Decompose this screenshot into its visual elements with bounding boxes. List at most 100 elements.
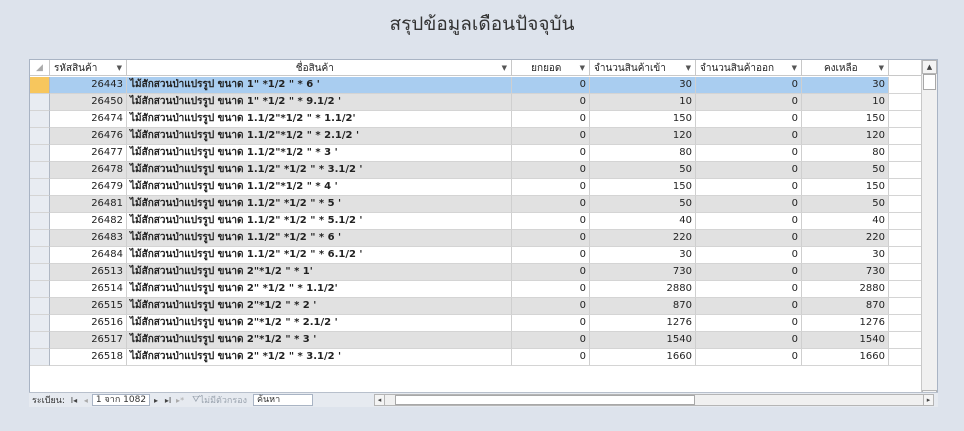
table-row[interactable]: 26518 ไม้สักสวนป่าแปรรูป ขนาด 2" *1/2 " *…: [30, 349, 922, 366]
previous-record-icon[interactable]: ◂: [80, 396, 92, 405]
product-id-cell[interactable]: 26513: [50, 264, 127, 281]
table-row[interactable]: 26513 ไม้สักสวนป่าแปรรูป ขนาด 2"*1/2 " * …: [30, 264, 922, 281]
remaining-cell[interactable]: 80: [802, 145, 889, 162]
opening-cell[interactable]: 0: [512, 179, 590, 196]
row-selector[interactable]: [30, 196, 50, 213]
table-row[interactable]: 26482 ไม้สักสวนป่าแปรรูป ขนาด 1.1/2" *1/2…: [30, 213, 922, 230]
qty-in-cell[interactable]: 1540: [590, 332, 696, 349]
product-id-cell[interactable]: 26518: [50, 349, 127, 366]
qty-in-cell[interactable]: 30: [590, 247, 696, 264]
column-header-qty-in[interactable]: จำนวนสินค้าเข้า ▼: [590, 60, 696, 76]
table-row[interactable]: 26484 ไม้สักสวนป่าแปรรูป ขนาด 1.1/2" *1/2…: [30, 247, 922, 264]
remaining-cell[interactable]: 2880: [802, 281, 889, 298]
qty-out-cell[interactable]: 0: [696, 196, 802, 213]
row-selector[interactable]: [30, 128, 50, 145]
scroll-thumb[interactable]: [923, 74, 936, 90]
row-selector[interactable]: [30, 349, 50, 366]
product-name-cell[interactable]: ไม้สักสวนป่าแปรรูป ขนาด 2" *1/2 " * 3.1/…: [127, 349, 512, 366]
opening-cell[interactable]: 0: [512, 247, 590, 264]
sort-filter-arrow-icon[interactable]: ▼: [686, 61, 691, 76]
table-row[interactable]: 26515 ไม้สักสวนป่าแปรรูป ขนาด 2"*1/2 " * …: [30, 298, 922, 315]
product-name-cell[interactable]: ไม้สักสวนป่าแปรรูป ขนาด 1.1/2" *1/2 " * …: [127, 213, 512, 230]
table-row[interactable]: 26483 ไม้สักสวนป่าแปรรูป ขนาด 1.1/2" *1/2…: [30, 230, 922, 247]
qty-out-cell[interactable]: 0: [696, 332, 802, 349]
sort-filter-arrow-icon[interactable]: ▼: [792, 61, 797, 76]
qty-out-cell[interactable]: 0: [696, 162, 802, 179]
search-input[interactable]: ค้นหา: [253, 394, 313, 406]
remaining-cell[interactable]: 10: [802, 94, 889, 111]
product-name-cell[interactable]: ไม้สักสวนป่าแปรรูป ขนาด 1" *1/2 " * 6 ': [127, 77, 512, 94]
opening-cell[interactable]: 0: [512, 315, 590, 332]
remaining-cell[interactable]: 150: [802, 179, 889, 196]
product-name-cell[interactable]: ไม้สักสวนป่าแปรรูป ขนาด 1.1/2"*1/2 " * 4…: [127, 179, 512, 196]
product-name-cell[interactable]: ไม้สักสวนป่าแปรรูป ขนาด 2"*1/2 " * 2 ': [127, 298, 512, 315]
qty-out-cell[interactable]: 0: [696, 213, 802, 230]
remaining-cell[interactable]: 40: [802, 213, 889, 230]
opening-cell[interactable]: 0: [512, 145, 590, 162]
qty-out-cell[interactable]: 0: [696, 128, 802, 145]
opening-cell[interactable]: 0: [512, 77, 590, 94]
product-id-cell[interactable]: 26443: [50, 77, 127, 94]
qty-out-cell[interactable]: 0: [696, 264, 802, 281]
last-record-icon[interactable]: ▸I: [162, 396, 174, 405]
qty-in-cell[interactable]: 10: [590, 94, 696, 111]
qty-out-cell[interactable]: 0: [696, 145, 802, 162]
filter-indicator[interactable]: ⛛ ไม่มีตัวกรอง: [192, 393, 247, 407]
table-row[interactable]: 26517 ไม้สักสวนป่าแปรรูป ขนาด 2"*1/2 " * …: [30, 332, 922, 349]
product-name-cell[interactable]: ไม้สักสวนป่าแปรรูป ขนาด 2"*1/2 " * 1': [127, 264, 512, 281]
row-selector[interactable]: [30, 247, 50, 264]
opening-cell[interactable]: 0: [512, 349, 590, 366]
row-selector[interactable]: [30, 332, 50, 349]
opening-cell[interactable]: 0: [512, 264, 590, 281]
remaining-cell[interactable]: 1276: [802, 315, 889, 332]
table-row[interactable]: 26450 ไม้สักสวนป่าแปรรูป ขนาด 1" *1/2 " *…: [30, 94, 922, 111]
product-id-cell[interactable]: 26477: [50, 145, 127, 162]
product-id-cell[interactable]: 26474: [50, 111, 127, 128]
qty-in-cell[interactable]: 50: [590, 162, 696, 179]
remaining-cell[interactable]: 50: [802, 196, 889, 213]
row-selector[interactable]: [30, 77, 50, 94]
table-row[interactable]: 26514 ไม้สักสวนป่าแปรรูป ขนาด 2" *1/2 " *…: [30, 281, 922, 298]
product-name-cell[interactable]: ไม้สักสวนป่าแปรรูป ขนาด 1.1/2" *1/2 " * …: [127, 196, 512, 213]
column-header-product-id[interactable]: รหัสสินค้า ▼: [50, 60, 127, 76]
remaining-cell[interactable]: 30: [802, 247, 889, 264]
select-all-corner[interactable]: ◢: [30, 60, 50, 76]
product-id-cell[interactable]: 26481: [50, 196, 127, 213]
product-id-cell[interactable]: 26479: [50, 179, 127, 196]
qty-out-cell[interactable]: 0: [696, 349, 802, 366]
product-name-cell[interactable]: ไม้สักสวนป่าแปรรูป ขนาด 1.1/2" *1/2 " * …: [127, 230, 512, 247]
table-row[interactable]: 26481 ไม้สักสวนป่าแปรรูป ขนาด 1.1/2" *1/2…: [30, 196, 922, 213]
row-selector[interactable]: [30, 264, 50, 281]
product-name-cell[interactable]: ไม้สักสวนป่าแปรรูป ขนาด 1.1/2"*1/2 " * 2…: [127, 128, 512, 145]
table-row[interactable]: 26476 ไม้สักสวนป่าแปรรูป ขนาด 1.1/2"*1/2 …: [30, 128, 922, 145]
table-row[interactable]: 26478 ไม้สักสวนป่าแปรรูป ขนาด 1.1/2" *1/2…: [30, 162, 922, 179]
horizontal-scroll-thumb[interactable]: [395, 395, 695, 405]
sort-filter-arrow-icon[interactable]: ▼: [580, 61, 585, 76]
remaining-cell[interactable]: 1660: [802, 349, 889, 366]
row-selector[interactable]: [30, 111, 50, 128]
opening-cell[interactable]: 0: [512, 230, 590, 247]
qty-out-cell[interactable]: 0: [696, 315, 802, 332]
opening-cell[interactable]: 0: [512, 298, 590, 315]
remaining-cell[interactable]: 220: [802, 230, 889, 247]
opening-cell[interactable]: 0: [512, 128, 590, 145]
opening-cell[interactable]: 0: [512, 332, 590, 349]
qty-in-cell[interactable]: 150: [590, 111, 696, 128]
sort-filter-arrow-icon[interactable]: ▼: [117, 61, 122, 76]
row-selector[interactable]: [30, 162, 50, 179]
opening-cell[interactable]: 0: [512, 196, 590, 213]
first-record-icon[interactable]: I◂: [68, 396, 80, 405]
remaining-cell[interactable]: 730: [802, 264, 889, 281]
row-selector[interactable]: [30, 281, 50, 298]
product-id-cell[interactable]: 26514: [50, 281, 127, 298]
row-selector[interactable]: [30, 213, 50, 230]
column-header-remaining[interactable]: คงเหลือ ▼: [802, 60, 889, 76]
remaining-cell[interactable]: 120: [802, 128, 889, 145]
qty-in-cell[interactable]: 220: [590, 230, 696, 247]
product-id-cell[interactable]: 26476: [50, 128, 127, 145]
qty-out-cell[interactable]: 0: [696, 111, 802, 128]
row-selector[interactable]: [30, 145, 50, 162]
sort-filter-arrow-icon[interactable]: ▼: [879, 61, 884, 76]
qty-in-cell[interactable]: 1276: [590, 315, 696, 332]
product-id-cell[interactable]: 26484: [50, 247, 127, 264]
